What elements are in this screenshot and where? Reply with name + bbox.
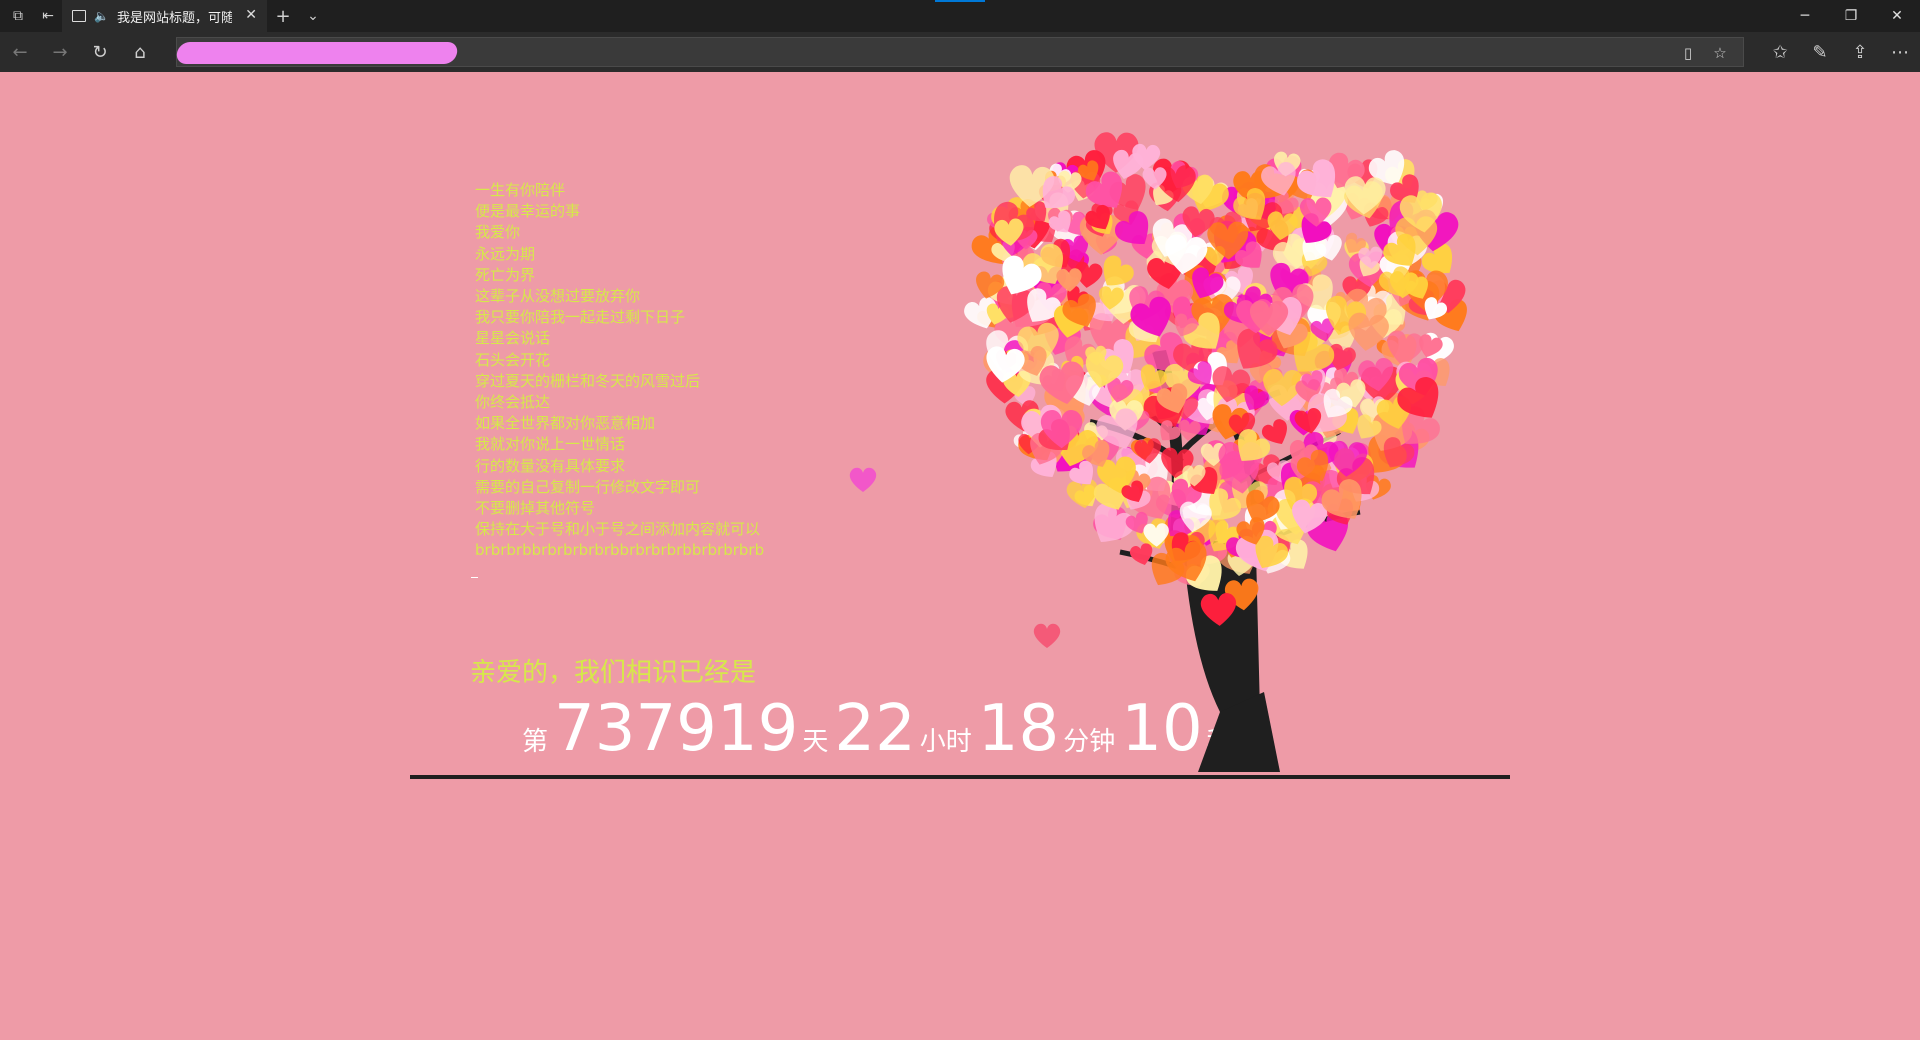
- poem-text: 一生有你陪伴 便是最幸运的事 我爱你永远为期死亡为界这辈子从没想过要放弃你我只要你陪…: [475, 180, 795, 562]
- tab-title: 我是网站标题，可随: [116, 10, 232, 26]
- poem-line: 一生有你陪伴: [475, 181, 566, 199]
- text-cursor: [471, 577, 478, 578]
- audio-icon[interactable]: 🔈: [94, 9, 109, 23]
- poem-line: 需要的自己复制一行修改文字即可: [475, 477, 701, 496]
- heart-tree: [964, 132, 1467, 772]
- ground-line: [410, 775, 1510, 779]
- poem-line: 我就对你说上一世情话: [475, 435, 626, 454]
- more-icon[interactable]: ⋯: [1884, 36, 1916, 68]
- counter-prefix: 第: [522, 727, 549, 757]
- heart-leaves: [964, 132, 1467, 626]
- new-tab-icon[interactable]: +: [272, 0, 294, 32]
- together-heading: 亲爱的，我们相识已经是: [470, 658, 757, 688]
- tab-actions-icon[interactable]: ⧉: [4, 0, 32, 32]
- favorite-star-icon[interactable]: ☆: [1709, 42, 1731, 64]
- poem-line: 死亡为界: [475, 265, 536, 284]
- set-aside-tabs-icon[interactable]: ⇤: [34, 0, 62, 32]
- days-value: 737919: [554, 692, 799, 766]
- poem-line: 你终会抵达: [475, 393, 551, 412]
- floating-heart-icon: [849, 467, 877, 492]
- poem-line: 石头会开花: [475, 350, 551, 369]
- poem-line: 穿过夏天的栅栏和冬天的风雪过后: [475, 371, 701, 390]
- close-tab-icon[interactable]: ✕: [245, 7, 257, 23]
- poem-line: 便是最幸运的事: [475, 202, 581, 221]
- poem-line: 永远为期: [475, 244, 536, 263]
- poem-line: 如果全世界都对你恶意相加: [475, 414, 656, 433]
- poem-line: 不要删掉其他符号: [475, 499, 596, 518]
- poem-line: 我只要你陪我一起走过剩下日子: [475, 308, 686, 327]
- falling-heart-icon: [1033, 623, 1061, 648]
- page-content: 一生有你陪伴 便是最幸运的事 我爱你永远为期死亡为界这辈子从没想过要放弃你我只要你陪…: [0, 72, 1920, 1040]
- poem-line: 星星会说话: [475, 329, 551, 348]
- redacted-url: [175, 42, 459, 64]
- poem-line: 保持在大于号和小于号之间添加内容就可以: [475, 520, 761, 539]
- back-icon[interactable]: ←: [4, 36, 36, 68]
- favorites-icon[interactable]: ✩: [1764, 36, 1796, 68]
- hours-value: 22: [834, 692, 916, 766]
- tab-bar: ⧉ ⇤ 🔈 我是网站标题，可随 ✕ + ⌄ ─ ❐ ✕: [0, 0, 1920, 32]
- days-unit: 天: [802, 727, 829, 757]
- tab-active[interactable]: 🔈 我是网站标题，可随 ✕: [62, 0, 267, 32]
- nav-bar: ← → ↻ ⌂ ▯ ☆ ✩ ✎ ⇪ ⋯: [0, 32, 1920, 72]
- forward-icon[interactable]: →: [44, 36, 76, 68]
- notes-icon[interactable]: ✎: [1804, 36, 1836, 68]
- refresh-icon[interactable]: ↻: [84, 36, 116, 68]
- share-icon[interactable]: ⇪: [1844, 36, 1876, 68]
- reading-view-icon[interactable]: ▯: [1677, 42, 1699, 64]
- restore-icon[interactable]: ❐: [1828, 0, 1874, 32]
- close-window-icon[interactable]: ✕: [1874, 0, 1920, 32]
- chevron-down-icon[interactable]: ⌄: [302, 0, 324, 32]
- home-icon[interactable]: ⌂: [124, 36, 156, 68]
- minimize-icon[interactable]: ─: [1782, 0, 1828, 32]
- address-bar[interactable]: ▯ ☆: [175, 37, 1744, 67]
- page-icon: [72, 10, 86, 22]
- poem-line: brbrbrbbrbrbrbrbrbbrbrbrbrbbrbrbrbrb: [475, 541, 765, 560]
- poem-line: 行的数量没有具体要求: [475, 456, 626, 475]
- poem-line: 这辈子从没想过要放弃你: [475, 287, 641, 306]
- accent-bar: [935, 0, 985, 2]
- poem-line: 我爱你: [475, 223, 521, 242]
